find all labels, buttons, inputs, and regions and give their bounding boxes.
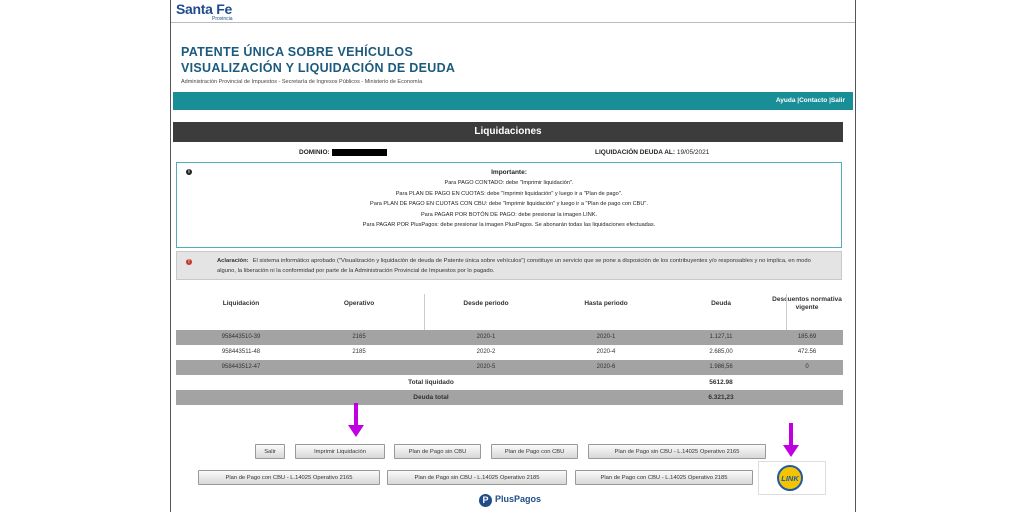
warning-body: El sistema informático aprobado ("Visual… — [217, 258, 811, 274]
info-text: Importante: Para PAGO CONTADO: debe "Imp… — [177, 168, 841, 230]
imprimir-liquidacion-button[interactable]: Imprimir Liquidación — [295, 444, 385, 459]
liquidacion-date-field: LIQUIDACIÓN DEUDA AL: 19/05/2021 — [595, 149, 709, 156]
plan-pago-sin-cbu-2165-button[interactable]: Plan de Pago sin CBU - L.14025 Operativo… — [588, 444, 766, 459]
info-box: i Importante: Para PAGO CONTADO: debe "I… — [176, 162, 842, 248]
deuda-total-label: Deuda total — [413, 394, 449, 401]
col-header: Desde periodo — [463, 300, 509, 307]
plan-pago-sin-cbu-button[interactable]: Plan de Pago sin CBU — [394, 444, 481, 459]
salir-button[interactable]: Salir — [255, 444, 285, 459]
nav-ayuda-link[interactable]: Ayuda — [776, 97, 796, 104]
deuda-total-row: Deuda total 6.321,23 — [176, 390, 843, 405]
section-title: Liquidaciones — [173, 122, 843, 142]
page-subtitle: Administración Provincial de Impuestos -… — [181, 79, 423, 85]
plan-pago-sin-cbu-2185-button[interactable]: Plan de Pago sin CBU - L.14025 Operativo… — [387, 470, 567, 485]
table-row: 958443510-39 2165 2020-1 2020-1 1.127,11… — [176, 330, 843, 345]
table-row: 958443511-48 2185 2020-2 2020-4 2.685,00… — [176, 345, 843, 360]
pluspagos-label: PlusPagos — [495, 494, 542, 504]
table-row: 958443512-47 2020-5 2020-6 1.986,56 0 — [176, 360, 843, 375]
page-frame: Santa Fe Provincia PATENTE ÚNICA SOBRE V… — [170, 0, 856, 512]
page-title-line2: VISUALIZACIÓN Y LIQUIDACIÓN DE DEUDA — [181, 61, 456, 75]
info-line: Para PAGO CONTADO: debe "Imprimir liquid… — [444, 180, 574, 187]
info-line: Para PLAN DE PAGO EN CUOTAS CON CBU: deb… — [370, 201, 648, 208]
dominio-redacted-value — [331, 149, 387, 156]
col-header: Deuda — [711, 300, 731, 307]
total-liquidado-value: 5612.98 — [709, 379, 733, 386]
link-payment-button[interactable]: LINK — [758, 461, 826, 495]
link-logo-icon: LINK — [777, 465, 803, 491]
liquidacion-date: 19/05/2021 — [676, 149, 710, 156]
warning-label: Aclaración: — [217, 258, 249, 264]
col-header: Hasta periodo — [584, 300, 628, 307]
total-liquidado-row: Total liquidado 5612.98 — [176, 375, 843, 390]
arrow-down-icon — [348, 403, 364, 437]
nav-salir-link[interactable]: Salir — [831, 97, 845, 104]
info-line: Para PLAN DE PAGO EN CUOTAS: debe "Impri… — [395, 190, 623, 197]
liquidaciones-table: Liquidación Operativo Desde periodo Hast… — [176, 294, 843, 405]
plan-pago-con-cbu-button[interactable]: Plan de Pago con CBU — [491, 444, 578, 459]
info-title: Importante: — [491, 169, 527, 176]
col-header: Liquidación — [222, 300, 260, 307]
info-line: Para PAGAR POR BOTÓN DE PAGO: debe presi… — [420, 211, 598, 218]
nav-links: Ayuda |Contacto |Salir — [775, 97, 845, 104]
deuda-total-value: 6.321,23 — [708, 394, 734, 401]
alert-icon: ! — [186, 259, 192, 265]
page-title-line1: PATENTE ÚNICA SOBRE VEHÍCULOS — [181, 45, 414, 59]
plan-pago-con-cbu-2185-button[interactable]: Plan de Pago con CBU - L.14025 Operativo… — [575, 470, 753, 485]
logo-text: Santa Fe — [176, 1, 232, 17]
plan-pago-con-cbu-2165-button[interactable]: Plan de Pago con CBU - L.14025 Operativo… — [198, 470, 380, 485]
nav-contacto-link[interactable]: Contacto — [799, 97, 827, 104]
arrow-down-icon — [783, 423, 799, 457]
col-header: Descuentos normativa vigente — [772, 296, 842, 311]
warning-text: Aclaración: El sistema informático aproba… — [217, 257, 827, 276]
col-header: Operativo — [343, 300, 375, 307]
nav-bar: Ayuda |Contacto |Salir — [173, 92, 853, 110]
pluspagos-logo-icon: P — [479, 494, 492, 507]
total-liquidado-label: Total liquidado — [408, 379, 454, 386]
table-header: Liquidación Operativo Desde periodo Hast… — [176, 294, 843, 330]
dominio-label: DOMINIO: — [299, 149, 330, 157]
info-line: Para PAGAR POR PlusPagos: debe presionar… — [362, 222, 656, 229]
divider — [171, 22, 855, 23]
warning-box: ! Aclaración: El sistema informático apro… — [176, 251, 842, 280]
dominio-field: DOMINIO: — [299, 149, 387, 156]
liquidacion-label: LIQUIDACIÓN DEUDA AL: — [595, 149, 676, 156]
santa-fe-logo[interactable]: Santa Fe Provincia — [176, 1, 233, 22]
